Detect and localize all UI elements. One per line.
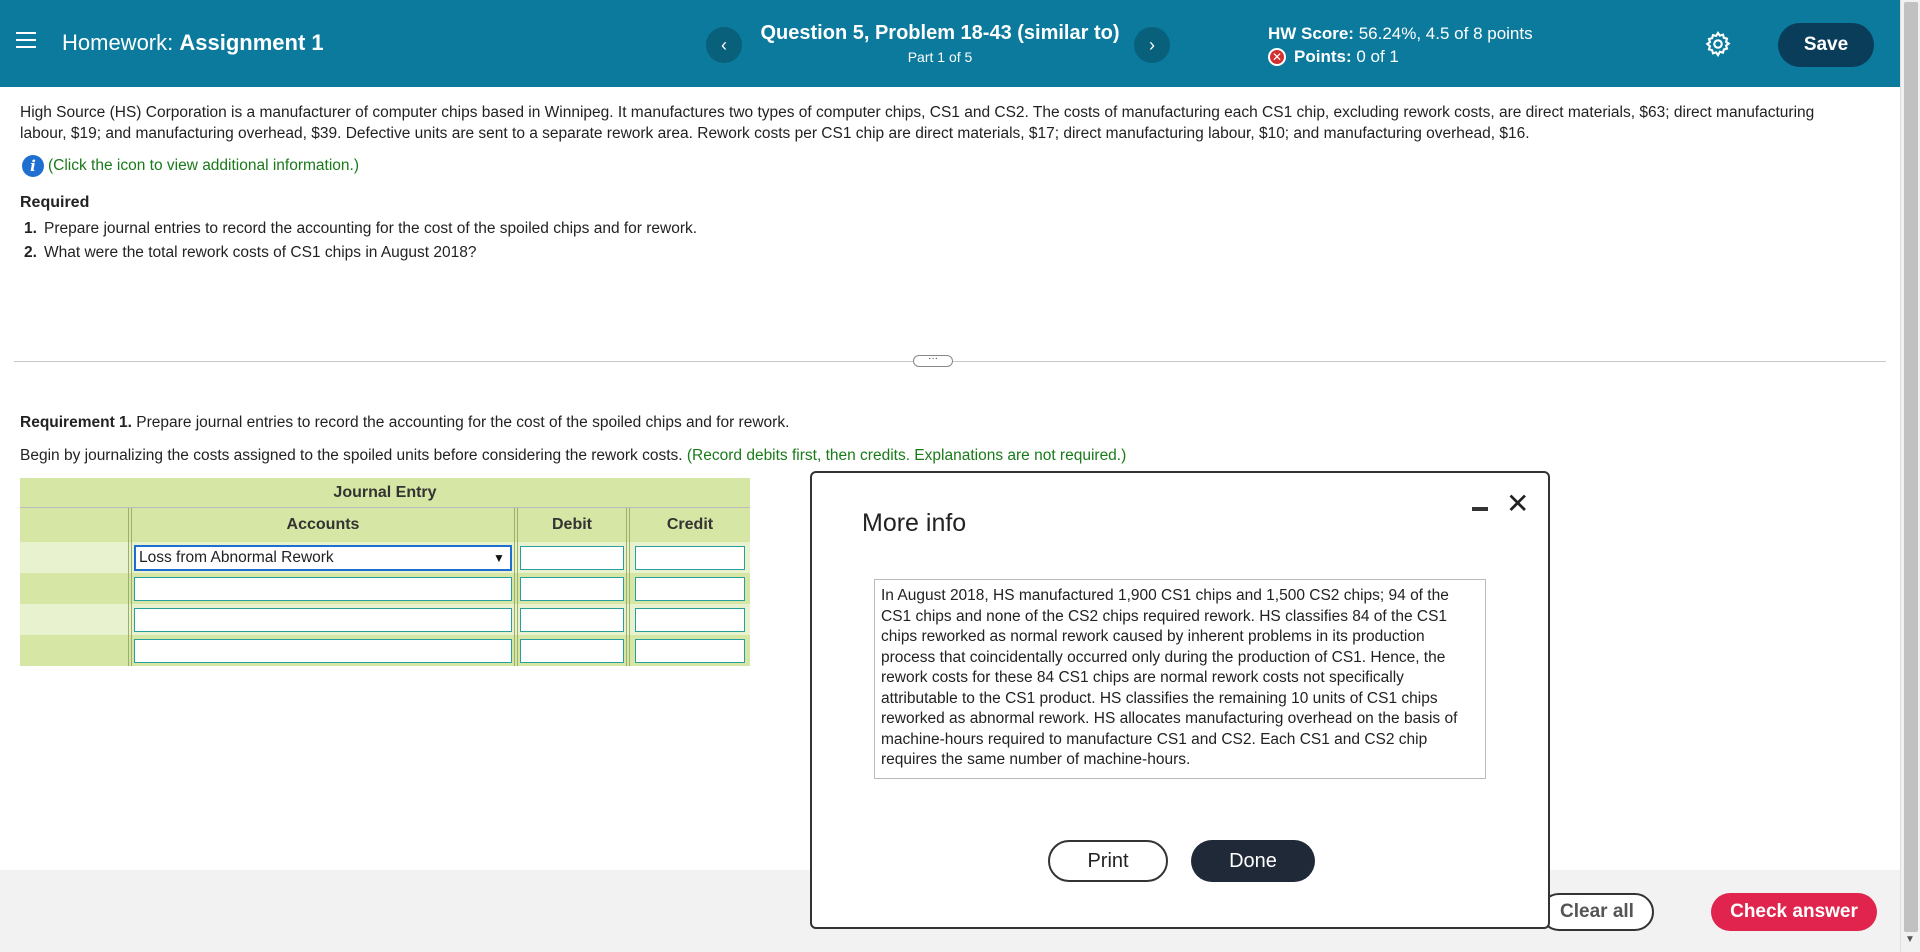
- close-icon[interactable]: ✕: [1506, 487, 1529, 520]
- requirement-text: Prepare journal entries to record the ac…: [44, 220, 698, 237]
- debit-cell: [518, 635, 630, 666]
- info-icon[interactable]: i: [22, 155, 44, 177]
- journal-row: [20, 604, 750, 635]
- more-info-dialog: More info ✕ In August 2018, HS manufactu…: [810, 471, 1550, 929]
- row-blank-cell: [20, 542, 132, 573]
- gear-icon[interactable]: [1704, 30, 1732, 58]
- requirement-number: 1.: [24, 220, 37, 237]
- account-select[interactable]: Loss from Abnormal Rework ▼: [134, 544, 512, 571]
- page-scrollbar[interactable]: ▼: [1900, 0, 1920, 952]
- scroll-down-icon[interactable]: ▼: [1905, 934, 1915, 945]
- check-answer-button[interactable]: Check answer: [1711, 893, 1877, 931]
- instruction-text: Begin by journalizing the costs assigned…: [20, 447, 687, 464]
- credit-column-header: Credit: [666, 516, 714, 533]
- requirement-item: 1. Prepare journal entries to record the …: [24, 217, 697, 241]
- dialog-body: In August 2018, HS manufactured 1,900 CS…: [874, 579, 1486, 779]
- question-title: Question 5, Problem 18-43 (similar to): [760, 22, 1120, 44]
- points: ✕ Points: 0 of 1: [1268, 47, 1399, 67]
- journal-entry-title: Journal Entry: [20, 478, 750, 508]
- problem-text: High Source (HS) Corporation is a manufa…: [20, 104, 1815, 142]
- credit-cell: [630, 542, 750, 573]
- save-button[interactable]: Save: [1778, 23, 1874, 67]
- credit-input[interactable]: [635, 607, 745, 632]
- error-x-icon: ✕: [1268, 48, 1286, 66]
- credit-cell: [630, 573, 750, 604]
- instruction-hint: (Record debits first, then credits. Expl…: [686, 447, 1127, 464]
- journal-row: [20, 573, 750, 604]
- row-blank-cell: [20, 604, 132, 635]
- points-value: 0 of 1: [1356, 47, 1399, 66]
- expand-handle[interactable]: ···: [913, 354, 953, 367]
- account-select-value: Loss from Abnormal Rework: [139, 548, 334, 566]
- journal-entry-table: Journal Entry Accounts Debit Credit Loss…: [20, 478, 750, 666]
- requirement1-heading: Requirement 1. Prepare journal entries t…: [20, 414, 789, 432]
- journal-row: Loss from Abnormal Rework ▼: [20, 542, 750, 573]
- homework-prefix: Homework:: [62, 30, 174, 55]
- debit-cell: [518, 542, 630, 573]
- blank-column-header: [20, 508, 132, 542]
- chevron-left-icon: ‹: [721, 34, 727, 55]
- additional-info-link[interactable]: i (Click the icon to view additional inf…: [22, 155, 359, 177]
- account-cell: Loss from Abnormal Rework ▼: [132, 542, 518, 573]
- requirement-number: 2.: [24, 244, 37, 261]
- credit-input[interactable]: [635, 576, 745, 601]
- requirement-text: What were the total rework costs of CS1 …: [44, 244, 477, 261]
- points-label: Points:: [1294, 47, 1352, 66]
- debit-input[interactable]: [520, 607, 624, 632]
- credit-input[interactable]: [635, 545, 745, 570]
- question-part: Part 1 of 5: [907, 49, 973, 65]
- dropdown-arrow-icon[interactable]: ▼: [490, 549, 508, 567]
- accounts-column-header: Accounts: [132, 508, 518, 542]
- hw-score: HW Score: 56.24%, 4.5 of 8 points: [1268, 24, 1533, 44]
- clear-all-button[interactable]: Clear all: [1540, 893, 1654, 931]
- account-input[interactable]: [134, 576, 512, 601]
- debit-input[interactable]: [520, 576, 624, 601]
- journal-row: [20, 635, 750, 666]
- row-blank-cell: [20, 573, 132, 604]
- journal-instruction: Begin by journalizing the costs assigned…: [20, 447, 1126, 465]
- requirement1-label: Requirement 1.: [20, 414, 132, 431]
- debit-input[interactable]: [520, 545, 624, 570]
- hamburger-icon[interactable]: [16, 32, 36, 48]
- requirement1-text: Prepare journal entries to record the ac…: [131, 414, 790, 431]
- credit-input[interactable]: [635, 638, 745, 663]
- hw-score-value: 56.24%, 4.5 of 8 points: [1358, 24, 1533, 43]
- debit-cell: [518, 604, 630, 635]
- account-cell: [132, 604, 518, 635]
- row-blank-cell: [20, 635, 132, 666]
- required-heading: Required: [20, 194, 90, 211]
- next-question-button[interactable]: ›: [1134, 27, 1170, 63]
- scrollbar-thumb[interactable]: [1904, 2, 1918, 932]
- account-cell: [132, 635, 518, 666]
- minimize-icon[interactable]: [1472, 507, 1488, 511]
- previous-question-button[interactable]: ‹: [706, 27, 742, 63]
- info-link-text[interactable]: (Click the icon to view additional infor…: [48, 157, 359, 175]
- account-input[interactable]: [134, 638, 512, 663]
- hw-score-label: HW Score:: [1268, 24, 1354, 43]
- dialog-title: More info: [862, 509, 967, 537]
- account-input[interactable]: [134, 607, 512, 632]
- journal-column-headers: Accounts Debit Credit: [20, 508, 750, 542]
- requirement-item: 2. What were the total rework costs of CS…: [24, 241, 697, 265]
- chevron-right-icon: ›: [1149, 34, 1155, 55]
- credit-cell: [630, 635, 750, 666]
- assignment-name: Assignment 1: [179, 30, 324, 55]
- debit-column-header: Debit: [518, 508, 630, 542]
- done-button[interactable]: Done: [1191, 840, 1315, 882]
- homework-title: Homework: Assignment 1: [62, 30, 324, 56]
- print-button[interactable]: Print: [1048, 840, 1168, 882]
- debit-input[interactable]: [520, 638, 624, 663]
- credit-cell: [630, 604, 750, 635]
- account-cell: [132, 573, 518, 604]
- debit-cell: [518, 573, 630, 604]
- requirements-list: 1. Prepare journal entries to record the …: [24, 217, 697, 265]
- top-header: Homework: Assignment 1 ‹ Question 5, Pro…: [0, 0, 1900, 87]
